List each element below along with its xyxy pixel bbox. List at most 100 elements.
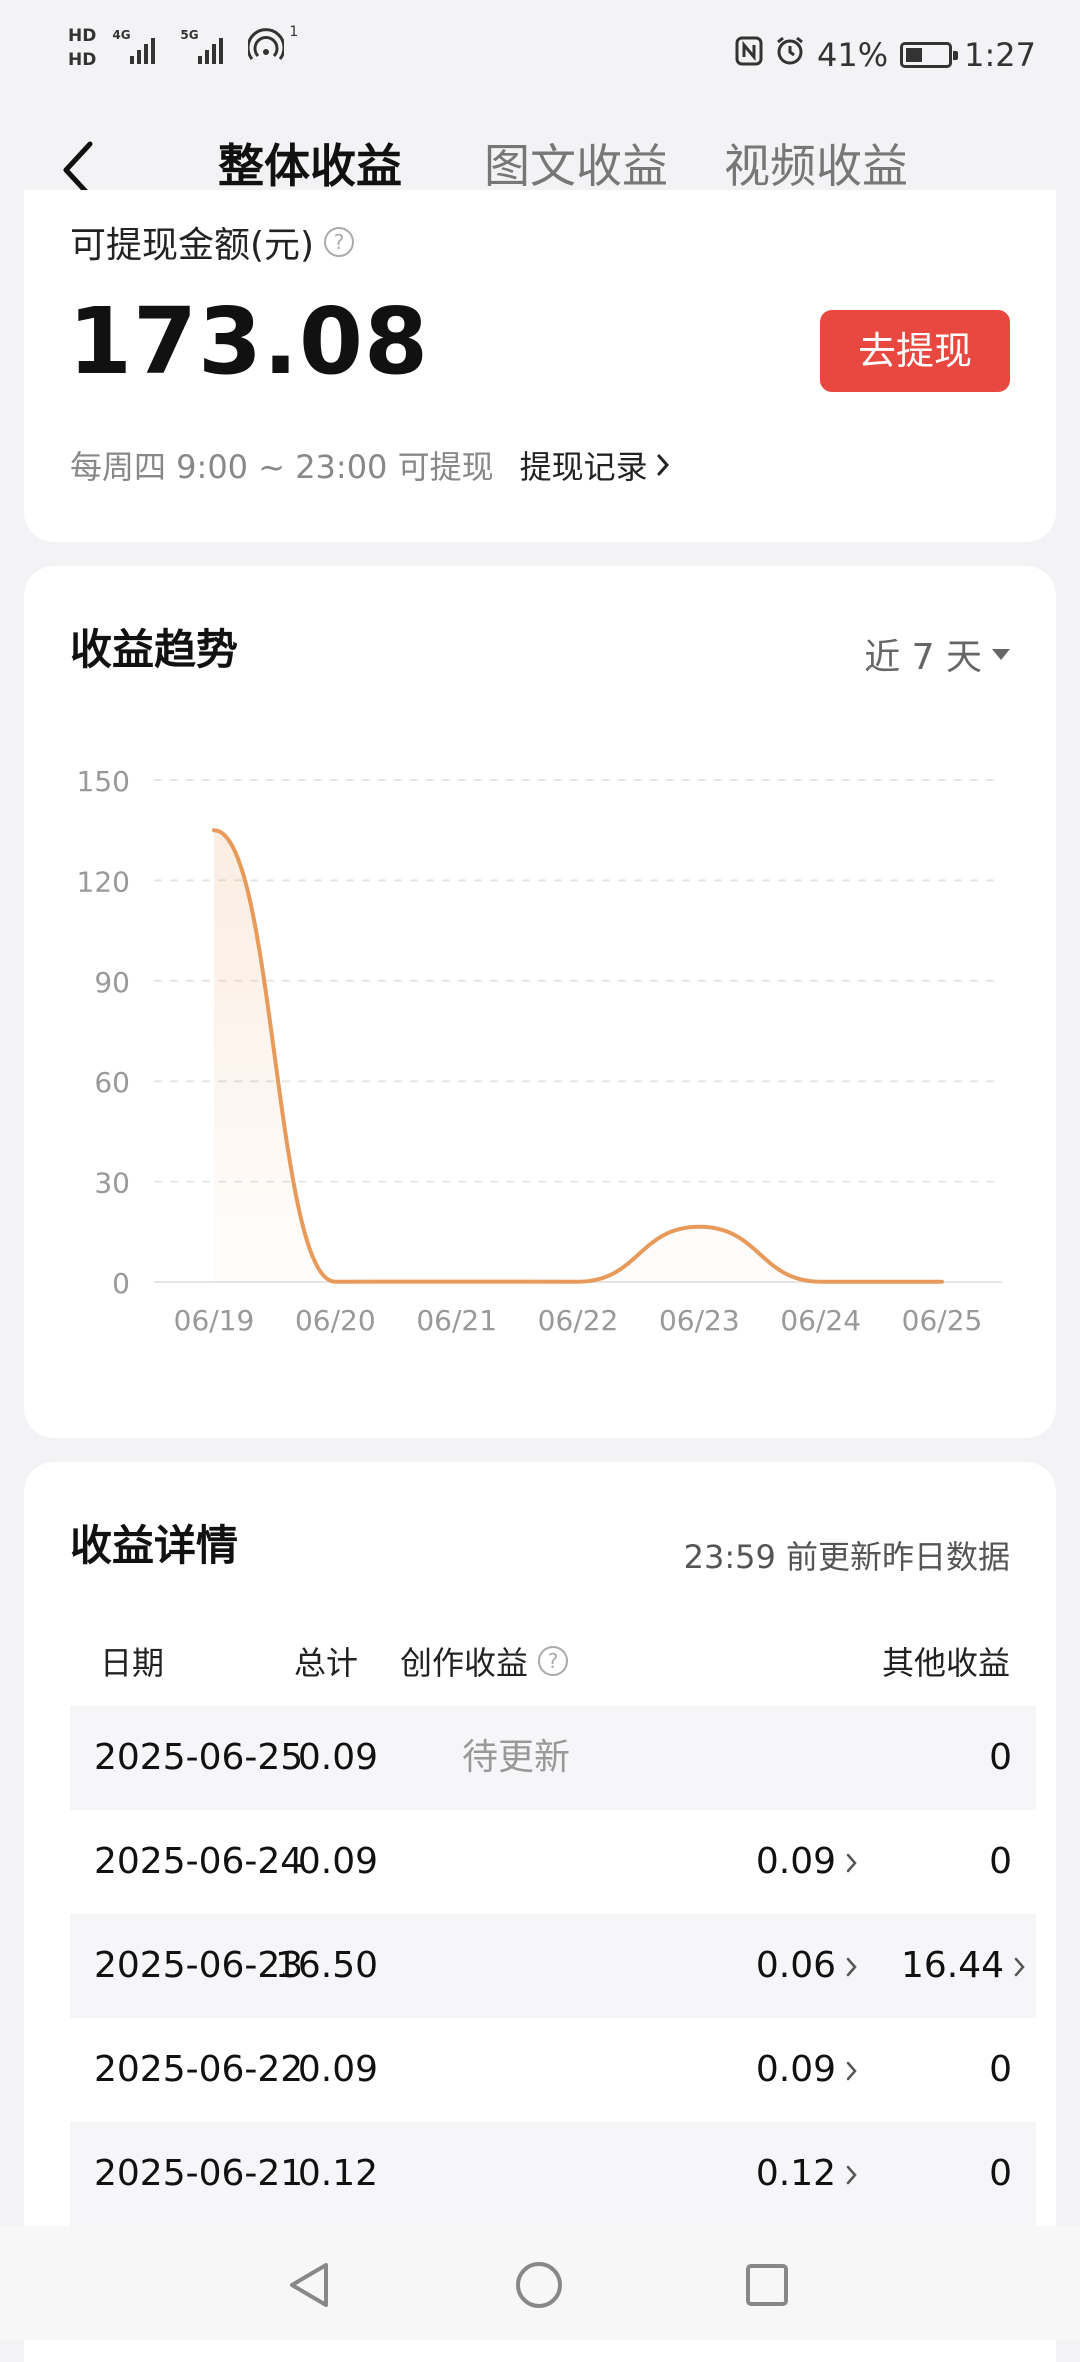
row-total: 16.50	[274, 1945, 378, 1986]
withdrawable-label: 可提现金额(元)	[70, 225, 315, 266]
withdrawable-amount: 173.08	[68, 288, 430, 395]
table-row[interactable]: 2025-06-23 16.50 0.06 16.44	[70, 1914, 1036, 2018]
row-date: 2025-06-21	[94, 2153, 304, 2194]
signal-bars	[130, 38, 156, 64]
withdraw-info: 每周四 9:00 ~ 23:00 可提现 提现记录	[70, 442, 670, 488]
column-header-total: 总计	[293, 1644, 358, 1682]
x-tick-label: 06/19	[174, 1304, 255, 1337]
withdraw-schedule: 每周四 9:00 ~ 23:00 可提现	[70, 448, 494, 486]
row-creation[interactable]: 0.06	[756, 1914, 858, 2018]
hotspot-graphic	[246, 28, 286, 60]
x-tick-label: 06/22	[538, 1304, 619, 1337]
hotspot-count: 1	[289, 24, 299, 40]
column-header-creation-wrap: 创作收益 ?	[400, 1638, 569, 1684]
x-tick-label: 06/20	[295, 1304, 376, 1337]
battery-percent: 41%	[817, 36, 889, 74]
row-other-value: 0	[989, 2049, 1012, 2090]
x-tick-label: 06/21	[416, 1304, 497, 1337]
row-other: 0	[989, 1810, 1012, 1914]
x-tick-label: 06/23	[659, 1304, 740, 1337]
chevron-right-icon	[657, 454, 669, 476]
row-creation-value: 0.06	[755, 1945, 836, 1986]
battery-level	[906, 48, 923, 62]
y-tick-label: 90	[94, 966, 130, 999]
row-other: 0	[989, 2018, 1012, 2122]
update-note: 23:59 前更新昨日数据	[683, 1538, 1010, 1576]
nfc-graphic	[735, 36, 763, 66]
row-other: 0	[989, 1706, 1012, 1810]
row-other-value: 0	[989, 2153, 1012, 2194]
row-other[interactable]: 16.44	[901, 1914, 1026, 2018]
chevron-right-icon	[846, 2061, 857, 2081]
nav-back-icon[interactable]	[286, 2260, 332, 2310]
row-other-value: 16.44	[900, 1945, 1004, 1986]
chevron-right-icon	[1014, 1957, 1025, 1977]
y-tick-label: 60	[94, 1066, 130, 1099]
table-row[interactable]: 2025-06-24 0.09 0.09 0	[70, 1810, 1036, 1914]
system-nav-bar	[0, 2226, 1080, 2340]
withdrawable-label-row: 可提现金额(元) ?	[70, 216, 355, 268]
nfc-icon	[735, 36, 763, 74]
alarm-icon	[775, 36, 805, 74]
row-other-value: 0	[989, 1841, 1012, 1882]
column-header-date: 日期	[100, 1644, 165, 1682]
column-header-creation: 创作收益	[400, 1644, 529, 1682]
details-title: 收益详情	[70, 1521, 239, 1570]
nav-home-icon[interactable]	[514, 2260, 564, 2310]
x-tick-label: 06/24	[780, 1304, 861, 1337]
column-header-other: 其他收益	[881, 1644, 1010, 1682]
earnings-table: 2025-06-25 0.09 待更新 0 2025-06-24 0.09 0.09 0 202…	[70, 1706, 1036, 2226]
battery-icon	[900, 42, 959, 68]
sim2-network-type: 5G	[180, 28, 199, 42]
hd-indicator-2: HD	[68, 50, 97, 70]
row-total: 0.12	[297, 2153, 378, 2194]
y-tick-label: 30	[94, 1167, 130, 1200]
withdraw-card: 可提现金额(元) ? 173.08 去提现 每周四 9:00 ~ 23:00 可…	[24, 190, 1056, 542]
row-total: 0.09	[297, 1841, 378, 1882]
withdraw-button[interactable]: 去提现	[820, 310, 1010, 392]
hd-indicators: HD HD	[68, 26, 96, 70]
withdraw-record-link[interactable]: 提现记录	[520, 442, 670, 488]
alarm-graphic	[777, 36, 803, 65]
row-other: 0	[989, 2122, 1012, 2226]
status-left: HD HD 4G 5G 1	[68, 24, 298, 70]
row-creation-value: 0.12	[755, 2153, 836, 2194]
y-tick-label: 150	[77, 765, 130, 798]
help-icon[interactable]: ?	[538, 1646, 569, 1676]
row-creation[interactable]: 0.09	[756, 2018, 858, 2122]
y-tick-label: 0	[112, 1267, 130, 1300]
row-creation[interactable]: 0.12	[756, 2122, 858, 2226]
chevron-right-icon	[846, 1853, 857, 1873]
clock: 1:27	[964, 36, 1036, 74]
chevron-right-icon	[846, 2165, 857, 2185]
series-line	[212, 828, 944, 1284]
signal-bars	[198, 38, 224, 64]
row-creation[interactable]: 0.09	[756, 1810, 858, 1914]
trend-card: 收益趋势 近 7 天 0 30 60 90 120 150 06/19 06/20 06/21 0…	[24, 566, 1056, 1438]
series-area	[214, 830, 942, 1282]
withdraw-record-label: 提现记录	[519, 448, 648, 486]
help-icon[interactable]: ?	[324, 227, 355, 257]
chevron-right-icon	[846, 1957, 857, 1977]
row-total: 0.09	[297, 1737, 378, 1778]
y-tick-label: 120	[77, 865, 130, 898]
sim2-signal-icon: 5G	[180, 28, 232, 68]
table-row[interactable]: 2025-06-21 0.12 0.12 0	[70, 2122, 1036, 2226]
x-tick-label: 06/25	[902, 1304, 983, 1337]
hotspot-icon: 1	[246, 24, 298, 68]
row-creation: 待更新	[462, 1706, 570, 1810]
row-date: 2025-06-22	[94, 2049, 304, 2090]
nav-recents-icon[interactable]	[744, 2262, 790, 2308]
row-date: 2025-06-24	[94, 1841, 304, 1882]
row-creation-value: 0.09	[755, 2049, 836, 2090]
row-creation-value: 待更新	[462, 1737, 571, 1778]
row-date: 2025-06-25	[94, 1737, 304, 1778]
row-date: 2025-06-23	[94, 1945, 304, 1986]
row-other-value: 0	[989, 1737, 1012, 1778]
earnings-trend-chart: 0 30 60 90 120 150 06/19 06/20 06/21 06/22 06/23 06…	[77, 765, 1002, 1337]
sim1-network-type: 4G	[112, 28, 131, 42]
sim1-signal-icon: 4G	[112, 28, 164, 68]
row-creation-value: 0.09	[755, 1841, 836, 1882]
table-row[interactable]: 2025-06-25 0.09 待更新 0	[70, 1706, 1036, 1810]
table-row[interactable]: 2025-06-22 0.09 0.09 0	[70, 2018, 1036, 2122]
